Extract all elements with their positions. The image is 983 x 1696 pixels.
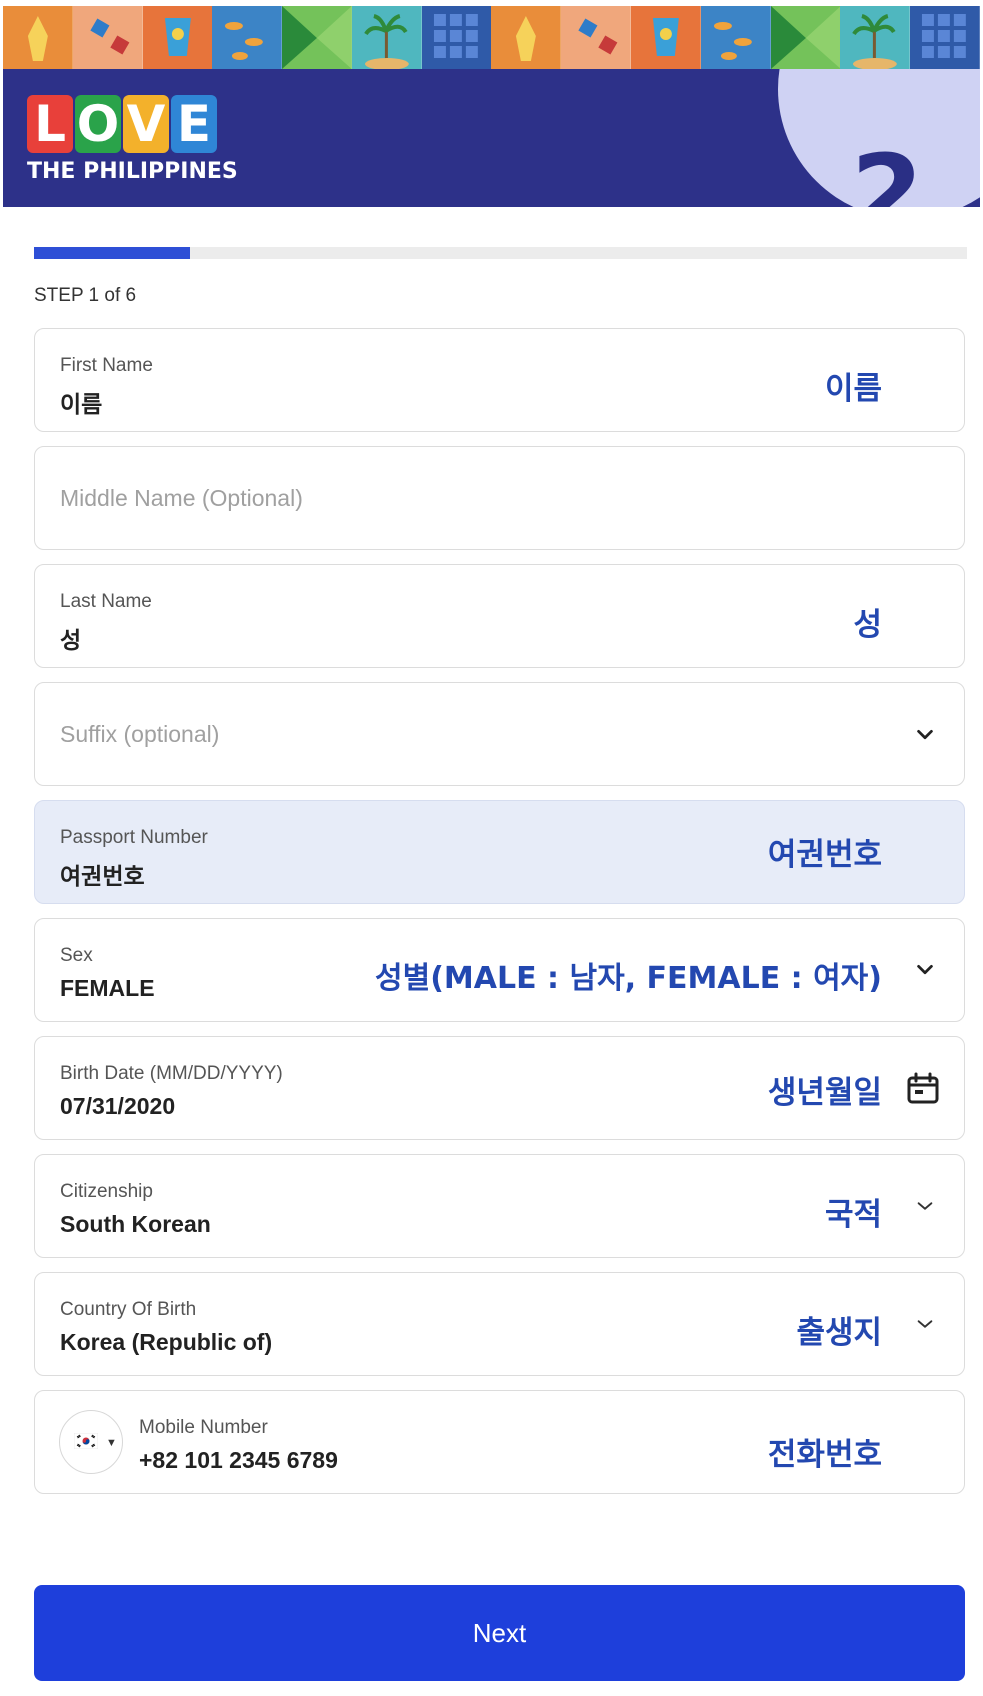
pattern-tile [700,6,771,69]
birth-date-annotation: 생년월일 [767,1075,882,1111]
last-name-annotation: 성 [853,607,882,643]
mobile-annotation: 전화번호 [767,1437,882,1473]
caret-down-icon: ▼ [106,1437,117,1449]
app-header: LOVE THE PHILIPPINES 2 [3,69,980,207]
first-name-annotation: 이름 [824,371,882,407]
logo-subtitle: THE PHILIPPINES [27,159,238,184]
passport-annotation: 여권번호 [767,837,882,873]
pattern-tile [631,6,701,69]
country-of-birth-select[interactable]: Country Of Birth Korea (Republic of) 출생지 [34,1272,965,1376]
south-korea-flag-icon [74,1433,98,1449]
decorative-pattern-banner [3,6,980,69]
birth-date-value[interactable]: 07/31/2020 [60,1093,175,1120]
logo-letter: E [171,95,217,153]
love-the-philippines-logo: LOVE THE PHILIPPINES [27,95,238,191]
pattern-tile [840,6,911,69]
first-name-field[interactable]: First Name 이름 이름 [34,328,965,432]
pattern-tile [72,6,143,69]
birth-date-field[interactable]: Birth Date (MM/DD/YYYY) 07/31/2020 생년월일 [34,1036,965,1140]
pattern-tile [770,6,841,69]
sex-select[interactable]: Sex FEMALE 성별(MALE : 남자, FEMALE : 여자) [34,918,965,1022]
pattern-tile [3,6,73,69]
suffix-placeholder: Suffix (optional) [60,721,220,747]
middle-name-field[interactable]: Middle Name (Optional) [34,446,965,550]
sex-value[interactable]: FEMALE [60,975,155,1002]
country-of-birth-annotation: 출생지 [796,1315,882,1351]
last-name-field[interactable]: Last Name 성 성 [34,564,965,668]
step-number: 2 [851,132,924,207]
country-of-birth-value[interactable]: Korea (Republic of) [60,1329,272,1356]
country-code-selector[interactable]: ▼ [59,1410,123,1474]
country-of-birth-label: Country Of Birth [60,1299,197,1320]
citizenship-label: Citizenship [60,1181,153,1202]
logo-letter: V [123,95,169,153]
logo-letter: O [75,95,121,153]
logo-letter: L [27,95,73,153]
passport-number-value[interactable]: 여권번호 [60,857,145,891]
chevron-down-icon[interactable] [914,959,936,981]
next-button[interactable]: Next [34,1585,965,1681]
chevron-down-icon[interactable] [914,724,936,746]
chevron-down-icon[interactable] [914,1313,936,1335]
sex-annotation: 성별(MALE : 남자, FEMALE : 여자) [375,961,882,996]
passport-number-field[interactable]: Passport Number 여권번호 여권번호 [34,800,965,904]
progress-bar-fill [34,247,190,259]
step-label: STEP 1 of 6 [34,285,137,306]
suffix-select[interactable]: Suffix (optional) [34,682,965,786]
sex-label: Sex [60,945,93,966]
progress-bar [34,247,967,259]
birth-date-label: Birth Date (MM/DD/YYYY) [60,1063,283,1084]
pattern-tile [910,6,980,69]
mobile-number-label: Mobile Number [139,1417,268,1438]
pattern-tile [212,6,283,69]
mobile-number-value[interactable]: +82 101 2345 6789 [139,1447,338,1474]
chevron-down-icon[interactable] [914,1195,936,1217]
first-name-value[interactable]: 이름 [60,385,102,419]
middle-name-placeholder: Middle Name (Optional) [60,485,303,511]
pattern-tile [421,6,492,69]
pattern-tile [491,6,562,69]
last-name-label: Last Name [60,591,152,612]
citizenship-annotation: 국적 [824,1197,882,1233]
mobile-number-field[interactable]: ▼ Mobile Number +82 101 2345 6789 전화번호 [34,1390,965,1494]
passport-number-label: Passport Number [60,827,208,848]
citizenship-select[interactable]: Citizenship South Korean 국적 [34,1154,965,1258]
first-name-label: First Name [60,355,153,376]
pattern-tile [142,6,213,69]
pattern-tile [282,6,352,69]
calendar-icon[interactable] [906,1071,940,1105]
pattern-tile [351,6,422,69]
citizenship-value[interactable]: South Korean [60,1211,211,1238]
last-name-value[interactable]: 성 [60,621,81,655]
pattern-tile [561,6,632,69]
